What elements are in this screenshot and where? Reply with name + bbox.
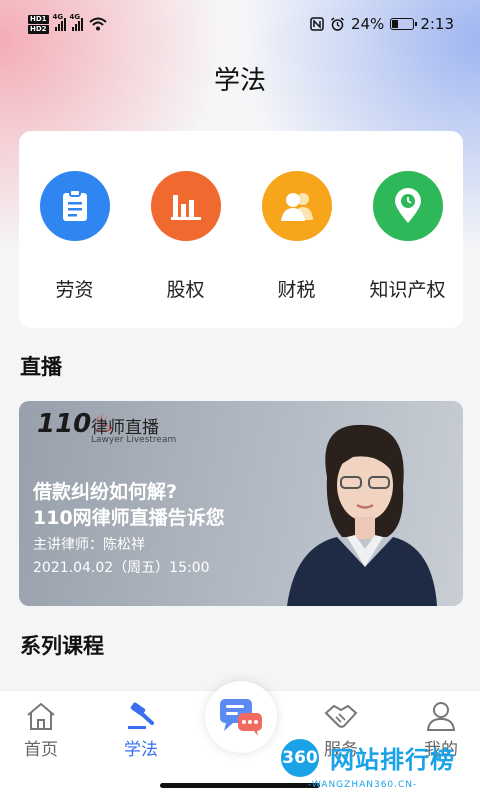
bar-chart-icon xyxy=(150,171,221,241)
status-bar: HD1 HD2 4G 4G 24% 2:13 xyxy=(0,0,480,48)
location-pin-icon xyxy=(372,171,443,241)
category-label: 股权 xyxy=(166,279,205,301)
category-label: 财税 xyxy=(277,279,316,301)
wifi-icon xyxy=(88,17,107,31)
consult-chat-button[interactable] xyxy=(205,681,277,753)
battery-percent: 24% xyxy=(350,15,385,33)
signal-icon-2: 4G xyxy=(70,13,83,31)
hd-indicator: HD1 HD2 xyxy=(28,14,49,34)
user-icon xyxy=(426,702,456,731)
people-icon xyxy=(261,171,332,241)
battery-icon xyxy=(390,18,418,30)
category-ip[interactable]: 知识产权 xyxy=(358,171,458,328)
lawyer-photo xyxy=(287,424,437,606)
watermark-badge: 360 xyxy=(278,736,322,780)
banner-time: 2021.04.02（周五）15:00 xyxy=(33,560,210,576)
category-equity[interactable]: 股权 xyxy=(136,171,236,328)
banner-headline: 借款纠纷如何解? 110网律师直播告诉您 xyxy=(33,479,225,531)
clock: 2:13 xyxy=(420,15,454,33)
series-section-title: 系列课程 xyxy=(20,634,104,658)
tab-learn[interactable]: 学法 xyxy=(101,701,181,760)
handshake-icon xyxy=(324,704,358,728)
home-icon xyxy=(27,702,55,730)
network-type-label: 4G xyxy=(52,13,64,21)
hd2-label: HD2 xyxy=(28,24,49,34)
chat-bubbles-icon xyxy=(220,699,262,736)
watermark-text: 网站排行榜 xyxy=(330,746,455,774)
live-banner[interactable]: 110♨ 律师直播 Lawyer Livestream 借款纠纷如何解? 110… xyxy=(19,401,463,606)
live-section-title: 直播 xyxy=(20,355,62,379)
category-card: 劳资 股权 财税 知识产权 xyxy=(19,131,463,328)
signal-icon: 4G xyxy=(53,13,66,31)
category-labor[interactable]: 劳资 xyxy=(25,171,125,328)
category-label: 劳资 xyxy=(55,279,94,301)
watermark-url: -WANGZHAN360.CN- xyxy=(308,780,418,790)
tab-home-label: 首页 xyxy=(24,740,58,760)
logo-subtitle: Lawyer Livestream xyxy=(91,435,177,445)
hd1-label: HD1 xyxy=(28,14,49,24)
network-type-label-2: 4G xyxy=(69,13,81,21)
tab-home[interactable]: 首页 xyxy=(1,701,81,760)
tab-learn-label: 学法 xyxy=(124,740,158,760)
status-left: HD1 HD2 4G 4G xyxy=(28,13,107,34)
banner-lawyer: 主讲律师：陈松祥 xyxy=(33,537,145,553)
category-tax[interactable]: 财税 xyxy=(247,171,347,328)
category-label: 知识产权 xyxy=(369,279,446,301)
gavel-icon xyxy=(128,702,154,729)
logo-number: 110 xyxy=(37,409,92,439)
clipboard-icon xyxy=(39,171,110,241)
nfc-icon xyxy=(310,17,324,31)
headline-line-1: 借款纠纷如何解? xyxy=(33,481,178,503)
headline-line-2: 110网律师直播告诉您 xyxy=(33,507,225,529)
alarm-icon xyxy=(331,16,344,31)
watermark: 360 网站排行榜 -WANGZHAN360.CN- xyxy=(278,736,480,800)
page-title: 学法 xyxy=(213,66,266,96)
status-right: 24% 2:13 xyxy=(310,15,454,33)
